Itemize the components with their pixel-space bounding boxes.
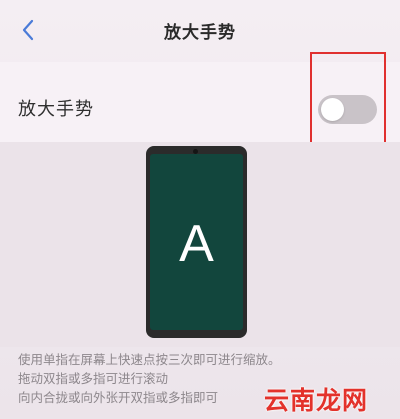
setting-label: 放大手势 <box>18 99 94 120</box>
demo-letter: A <box>179 215 214 273</box>
description-line: 使用单指在屏幕上快速点按三次即可进行缩放。 <box>18 352 281 367</box>
phone-screen: A <box>150 154 243 330</box>
watermark-logo: 云南龙网 <box>264 386 369 415</box>
demo-illustration: A <box>0 142 400 347</box>
phone-illustration: A <box>146 146 247 338</box>
page-title: 放大手势 <box>164 23 236 43</box>
